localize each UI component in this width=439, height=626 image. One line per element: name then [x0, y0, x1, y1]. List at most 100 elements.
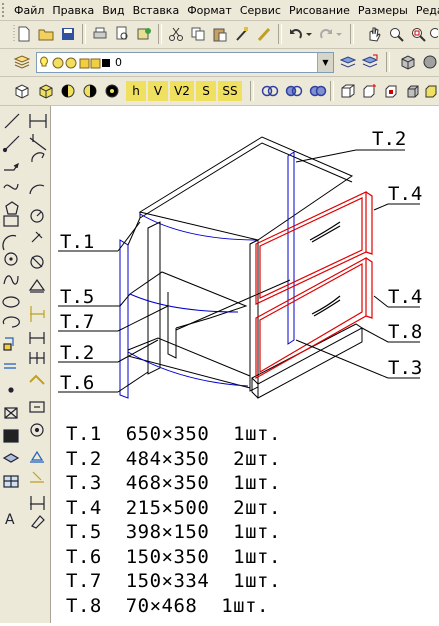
menu-insert[interactable]: Вставка	[129, 4, 184, 17]
box-solid-icon[interactable]	[398, 52, 418, 72]
spline-tool-icon[interactable]	[1, 274, 23, 294]
open-folder-icon[interactable]	[36, 24, 56, 44]
ellipse-tool-icon[interactable]	[1, 293, 23, 313]
save-icon[interactable]	[58, 24, 78, 44]
menu-draw[interactable]: Рисование	[285, 4, 354, 17]
table-tool-icon[interactable]	[1, 470, 23, 490]
callout-t1: Т.1	[60, 231, 94, 253]
menu-modify[interactable]: Реда	[412, 4, 439, 17]
hatch-tool-icon[interactable]	[1, 403, 23, 423]
rings-filled-icon[interactable]	[284, 81, 304, 101]
construction-line-tool-icon[interactable]	[1, 133, 23, 153]
insert-block-tool-icon[interactable]	[1, 336, 23, 356]
menu-format[interactable]: Формат	[183, 4, 236, 17]
view-s-button[interactable]: S	[196, 81, 216, 101]
baseline-dimension-icon[interactable]	[27, 304, 49, 324]
circle-tool-icon[interactable]	[1, 253, 23, 273]
spline-3d-tool-icon[interactable]	[1, 177, 23, 197]
chevron-down-icon[interactable]: ▼	[317, 53, 333, 72]
point-tool-icon[interactable]	[1, 380, 23, 400]
menu-file[interactable]: Файл	[10, 4, 48, 17]
zoom-realtime-icon[interactable]	[386, 24, 406, 44]
separator	[250, 81, 254, 101]
dimension-space-icon[interactable]	[27, 348, 49, 368]
layer-previous-icon[interactable]	[360, 52, 380, 72]
polygon-tool-icon[interactable]	[1, 199, 23, 219]
radius-dimension-icon[interactable]	[27, 206, 49, 226]
rings-icon[interactable]	[260, 81, 280, 101]
menu-bar: Файл Правка Вид Вставка Формат Сервис Ри…	[0, 0, 439, 21]
shade-full-icon[interactable]	[102, 81, 122, 101]
menu-dimension[interactable]: Размеры	[354, 4, 412, 17]
diameter-dimension-icon[interactable]	[27, 252, 49, 272]
cube-shaded-icon[interactable]	[404, 81, 424, 101]
callout-t6: Т.6	[60, 372, 94, 394]
shade-dark-icon[interactable]	[80, 81, 100, 101]
cube-add-icon[interactable]	[360, 81, 380, 101]
separator	[386, 52, 390, 72]
print-preview-icon[interactable]	[112, 24, 132, 44]
menu-edit[interactable]: Правка	[48, 4, 98, 17]
copy-icon[interactable]	[188, 24, 208, 44]
new-file-icon[interactable]	[14, 24, 34, 44]
polyline-tool-icon[interactable]	[1, 155, 23, 175]
layer-manager-icon[interactable]	[12, 52, 32, 72]
dimension-style-icon[interactable]	[27, 514, 49, 534]
linear-dimension-icon[interactable]	[27, 111, 49, 131]
leader-icon[interactable]	[27, 372, 49, 392]
cube-view-icon[interactable]	[36, 81, 56, 101]
view-v2-button[interactable]: V2	[170, 81, 194, 101]
paste-icon[interactable]	[210, 24, 230, 44]
shade-half-icon[interactable]	[58, 81, 78, 101]
tolerance-icon[interactable]	[27, 397, 49, 417]
dimension-edit-icon[interactable]	[27, 448, 49, 468]
redo-icon[interactable]	[316, 24, 336, 44]
cube-edit-icon[interactable]	[382, 81, 402, 101]
cube-more-icon[interactable]	[424, 81, 438, 101]
callout-t7: Т.7	[60, 311, 94, 333]
zoom-window-icon[interactable]	[408, 24, 428, 44]
cube-front-icon[interactable]	[338, 81, 358, 101]
block-editor-icon[interactable]	[254, 24, 274, 44]
view-v-label: V	[153, 84, 163, 98]
redo-dropdown-icon[interactable]	[334, 24, 344, 44]
rectangle-tool-icon[interactable]	[1, 217, 23, 237]
make-object-layer-current-icon[interactable]	[338, 52, 358, 72]
jogged-dimension-icon[interactable]	[27, 181, 49, 201]
view-v-button[interactable]: V	[148, 81, 168, 101]
box-3d-icon[interactable]	[12, 81, 32, 101]
make-block-tool-icon[interactable]	[1, 358, 23, 378]
undo-dropdown-icon[interactable]	[304, 24, 314, 44]
arc-length-dimension-icon[interactable]	[27, 151, 49, 171]
match-properties-icon[interactable]	[232, 24, 252, 44]
undo-icon[interactable]	[286, 24, 306, 44]
upper-drawer-handle	[309, 221, 341, 241]
pan-realtime-icon[interactable]	[364, 24, 384, 44]
multiline-text-tool-icon[interactable]	[1, 508, 23, 528]
quick-dimension-icon[interactable]	[27, 228, 49, 248]
gradient-tool-icon[interactable]	[1, 426, 23, 446]
menu-view[interactable]: Вид	[98, 4, 128, 17]
view-h-button[interactable]: h	[126, 81, 146, 101]
continue-dimension-icon[interactable]	[27, 328, 49, 348]
angular-dimension-icon[interactable]	[27, 278, 49, 298]
dimension-update-icon[interactable]	[27, 492, 49, 512]
menubar-grip[interactable]	[2, 3, 4, 17]
publish-icon[interactable]	[134, 24, 154, 44]
print-icon[interactable]	[90, 24, 110, 44]
menu-tools[interactable]: Сервис	[236, 4, 285, 17]
view-s-label: S	[202, 84, 210, 98]
line-tool-icon[interactable]	[1, 111, 23, 131]
region-tool-icon[interactable]	[1, 448, 23, 468]
dimension-text-edit-icon[interactable]	[27, 470, 49, 490]
layer-select[interactable]: 0 ▼	[36, 52, 334, 73]
aligned-dimension-icon[interactable]	[27, 133, 49, 153]
zoom-previous-icon[interactable]	[428, 24, 438, 44]
center-mark-icon[interactable]	[27, 420, 49, 440]
cut-icon[interactable]	[166, 24, 186, 44]
rings-union-icon[interactable]	[308, 81, 328, 101]
parts-list-item: Т.5 398×150 1шт.	[66, 521, 281, 543]
ellipse-arc-tool-icon[interactable]	[1, 314, 23, 334]
sphere-solid-icon[interactable]	[420, 52, 439, 72]
view-ss-button[interactable]: SS	[218, 81, 242, 101]
